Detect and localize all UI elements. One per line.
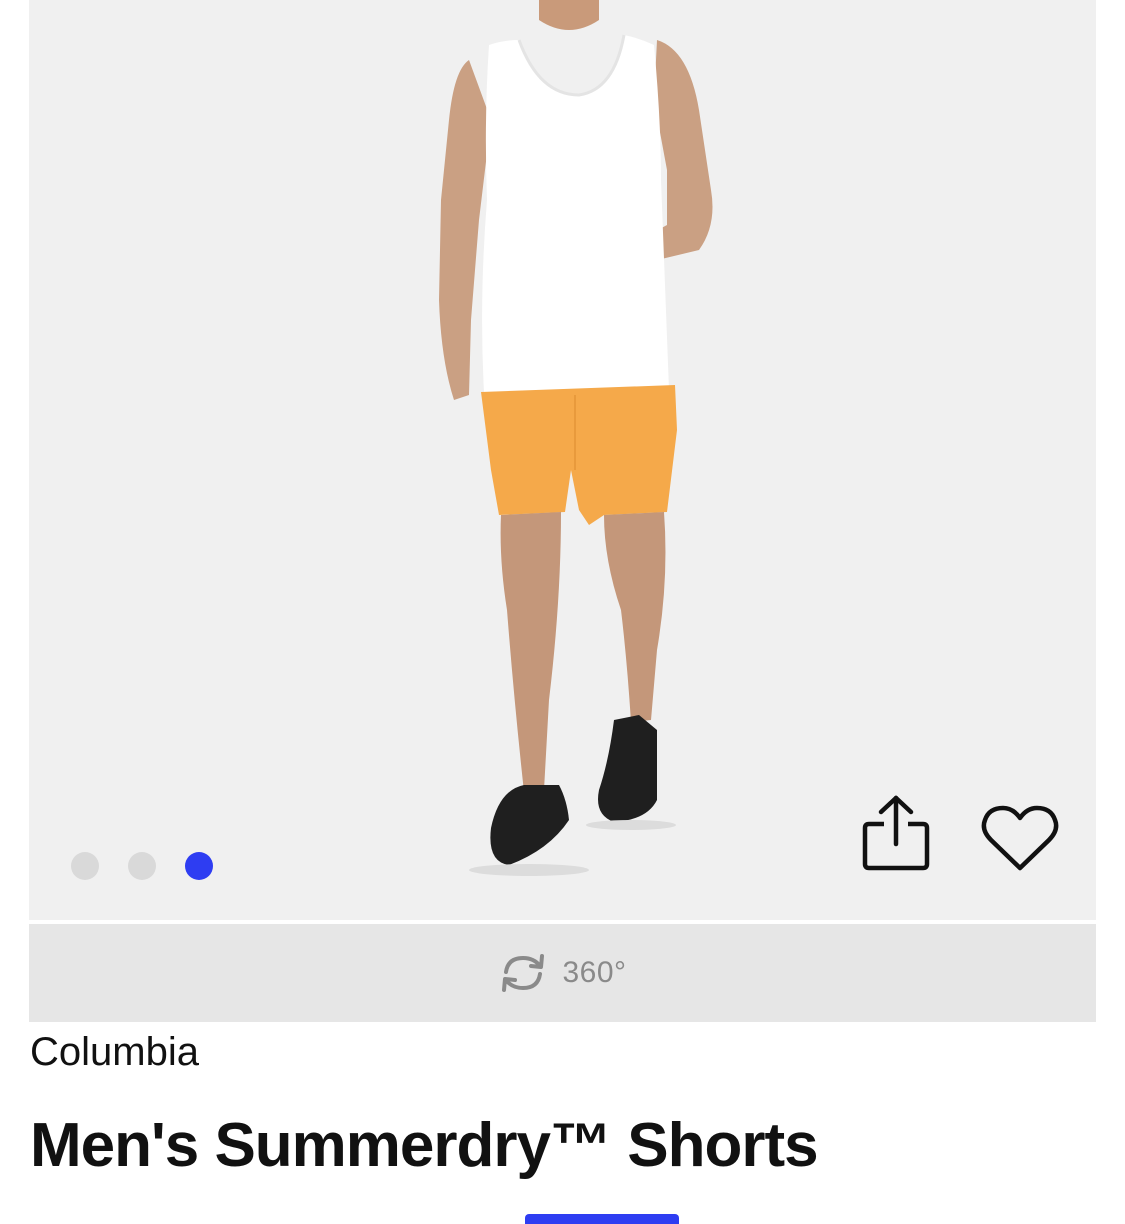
product-title: Men's Summerdry™ Shorts (30, 1111, 819, 1180)
primary-action-edge[interactable] (525, 1214, 679, 1224)
carousel-dots (71, 852, 213, 880)
product-image[interactable] (399, 0, 739, 880)
rotate-icon (502, 954, 545, 992)
carousel-dot-1[interactable] (71, 852, 99, 880)
favorite-button[interactable] (979, 800, 1061, 876)
view-360-label: 360° (562, 956, 627, 989)
carousel-dot-2[interactable] (128, 852, 156, 880)
view-360-button[interactable]: 360° (29, 924, 1096, 1022)
heart-icon (981, 805, 1059, 871)
product-image-gallery[interactable] (29, 0, 1096, 920)
share-button[interactable] (857, 792, 935, 876)
carousel-dot-3[interactable] (185, 852, 213, 880)
share-icon (862, 795, 930, 871)
brand-name[interactable]: Columbia (30, 1030, 199, 1075)
